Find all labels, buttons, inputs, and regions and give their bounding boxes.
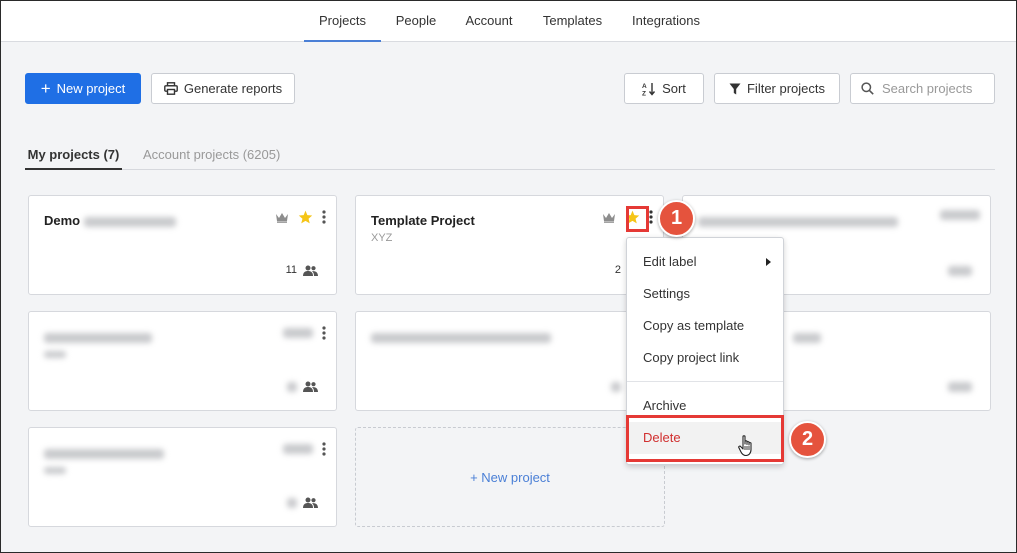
tab-people[interactable]: People (388, 1, 444, 42)
people-icon (303, 497, 318, 508)
more-options-icon[interactable] (322, 326, 326, 340)
redacted-count (287, 381, 297, 392)
filter-projects-label: Filter projects (746, 81, 826, 96)
sort-label: Sort (662, 81, 686, 96)
tab-account[interactable]: Account (457, 1, 521, 42)
search-icon (861, 82, 874, 95)
new-project-card[interactable]: + New project (355, 427, 665, 527)
tab-templates[interactable]: Templates (534, 1, 611, 42)
plus-icon: + (40, 79, 51, 98)
menu-item-label: Edit label (643, 254, 697, 269)
menu-item-edit-label[interactable]: Edit label (627, 246, 783, 278)
people-icon (303, 265, 318, 276)
redacted-text (44, 448, 164, 459)
redacted-text (44, 332, 152, 343)
sort-icon: AZ (642, 82, 656, 96)
project-scope-tabs: My projects (7) Account projects (6205) (25, 141, 995, 170)
redacted-text (698, 216, 898, 227)
redacted-count (287, 497, 297, 508)
project-card[interactable]: Template Project XYZ 2 (355, 195, 664, 295)
redacted-text (793, 332, 821, 343)
step1-highlight (626, 206, 649, 232)
project-title: Demo (44, 213, 81, 228)
project-card[interactable]: Demo 11 (28, 195, 337, 295)
project-card[interactable] (28, 311, 337, 411)
filter-projects-button[interactable]: Filter projects (714, 73, 840, 104)
project-card[interactable] (28, 427, 337, 527)
tab-integrations[interactable]: Integrations (623, 1, 709, 42)
redacted-icons (940, 210, 980, 220)
svg-text:A: A (642, 83, 647, 90)
search-box (850, 73, 995, 104)
hand-cursor-icon (738, 435, 756, 460)
step2-badge: 2 (789, 421, 826, 458)
project-title: Template Project (371, 213, 475, 228)
member-count: 11 (285, 264, 297, 276)
redacted-count (948, 382, 972, 392)
redacted-icons (283, 444, 313, 454)
menu-item-settings[interactable]: Settings (627, 278, 783, 310)
new-project-button[interactable]: + New project (25, 73, 141, 104)
people-icon (303, 381, 318, 392)
menu-item-copy-project-link[interactable]: Copy project link (627, 342, 783, 374)
redacted-text (84, 216, 177, 227)
generate-reports-button[interactable]: Generate reports (151, 73, 295, 104)
step2-highlight (626, 415, 784, 462)
project-card[interactable] (355, 311, 664, 411)
redacted-count (611, 382, 621, 392)
project-subtitle: XYZ (371, 232, 393, 244)
more-options-icon[interactable] (322, 442, 326, 456)
redacted-icons (283, 328, 313, 338)
tab-account-projects[interactable]: Account projects (6205) (143, 141, 288, 170)
menu-item-copy-as-template[interactable]: Copy as template (627, 310, 783, 342)
filter-icon (729, 83, 741, 95)
redacted-text (371, 332, 551, 343)
app-window: Projects People Account Templates Integr… (0, 0, 1017, 553)
tab-projects[interactable]: Projects (304, 1, 381, 42)
step1-badge: 1 (658, 200, 695, 237)
new-project-label: New project (56, 81, 126, 96)
member-count: 2 (614, 264, 621, 276)
menu-divider (627, 381, 783, 382)
redacted-text (44, 466, 66, 474)
tab-my-projects[interactable]: My projects (7) (25, 141, 122, 170)
caret-right-icon (766, 246, 771, 278)
top-nav: Projects People Account Templates Integr… (1, 1, 1016, 42)
sort-button[interactable]: AZ Sort (624, 73, 704, 104)
redacted-count (948, 266, 972, 276)
printer-icon (163, 82, 178, 95)
star-icon[interactable] (298, 210, 313, 224)
crown-icon (602, 212, 616, 223)
search-input[interactable] (882, 81, 992, 96)
crown-icon (275, 212, 289, 223)
redacted-text (44, 350, 66, 358)
more-options-icon[interactable] (649, 210, 653, 224)
more-options-icon[interactable] (322, 210, 326, 224)
svg-text:Z: Z (642, 90, 646, 96)
generate-reports-label: Generate reports (183, 81, 283, 96)
